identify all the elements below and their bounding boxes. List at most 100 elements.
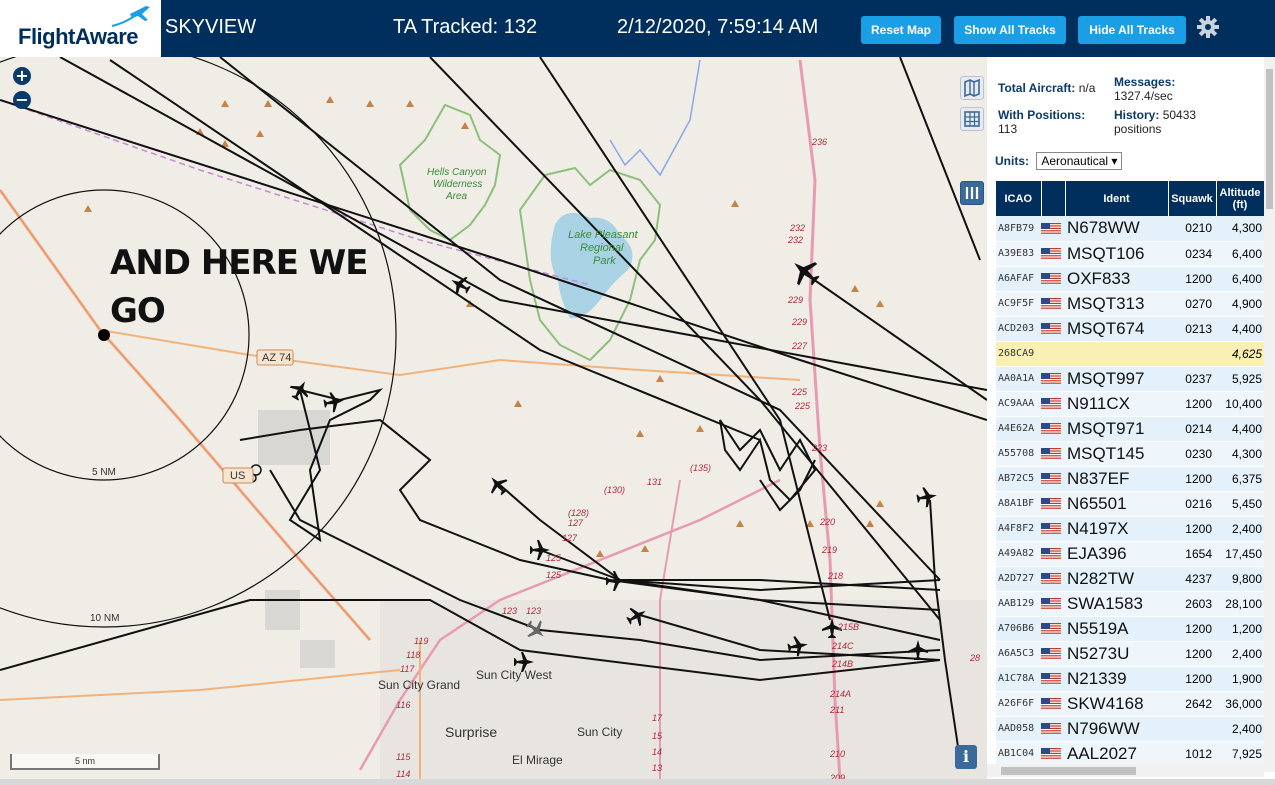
cell-ident: AAL2027 (1065, 741, 1168, 767)
cell-flag (1041, 541, 1065, 567)
table-row[interactable]: AB72C5 N837EF 1200 6,375 (996, 466, 1264, 492)
table-row[interactable]: A8A1BF N65501 0216 5,450 (996, 491, 1264, 517)
map-label-area: Area (446, 191, 468, 202)
cell-icao: AB1C04 (996, 741, 1041, 767)
cell-squawk: 1200 (1168, 616, 1216, 642)
grid-icon[interactable] (960, 107, 984, 131)
us-flag-icon (1041, 298, 1061, 310)
cell-ident: MSQT971 (1065, 416, 1168, 442)
table-row[interactable]: A4F8F2 N4197X 1200 2,400 (996, 516, 1264, 542)
cell-squawk: 1012 (1168, 741, 1216, 767)
us-flag-icon (1041, 373, 1061, 385)
cell-ident: OXF833 (1065, 266, 1168, 292)
table-row[interactable]: A26F6F SKW4168 2642 36,000 (996, 691, 1264, 717)
map-canvas[interactable]: AZ 74 US Hells Canyon Wilderness Area La… (0, 57, 987, 779)
col-header-altitude[interactable]: Altitude (ft) (1216, 181, 1265, 216)
horizontal-scrollbar[interactable] (987, 764, 1264, 777)
altitude-header-label: Altitude (1219, 186, 1261, 199)
altitude-header-unit: (ft) (1232, 198, 1248, 211)
cell-flag (1041, 316, 1065, 342)
table-row[interactable]: A39E83 MSQT106 0234 6,400 (996, 241, 1264, 267)
map-layers-icon[interactable] (960, 76, 984, 100)
column-toggle-icon[interactable] (960, 181, 984, 205)
road-number: 220 (820, 517, 836, 527)
us-flag-icon (1041, 623, 1061, 635)
table-row[interactable]: 268CA9 4,625 (996, 341, 1264, 367)
table-row[interactable]: A6AFAF OXF833 1200 6,400 (996, 266, 1264, 292)
map-label-park: Park (593, 255, 616, 267)
cell-flag (1041, 441, 1065, 467)
road-number: 127 (568, 518, 584, 528)
cell-icao: A39E83 (996, 241, 1041, 267)
table-row[interactable]: A49A82 EJA396 1654 17,450 (996, 541, 1264, 567)
road-number: 214C (832, 641, 854, 651)
col-header-flag[interactable] (1041, 181, 1066, 216)
cell-squawk: 0234 (1168, 241, 1216, 267)
road-number: 223 (812, 443, 828, 453)
highway-label-az74: AZ 74 (262, 352, 292, 364)
cell-altitude: 4,300 (1216, 441, 1264, 467)
zoom-out-icon[interactable]: − (13, 91, 31, 109)
road-number: 123 (526, 606, 542, 616)
vertical-scroll-thumb[interactable] (1266, 69, 1273, 209)
table-row[interactable]: A4E62A MSQT971 0214 4,400 (996, 416, 1264, 442)
cell-squawk: 1200 (1168, 466, 1216, 492)
table-row[interactable]: A55708 MSQT145 0230 4,300 (996, 441, 1264, 467)
cell-ident: EJA396 (1065, 541, 1168, 567)
cell-squawk: 1200 (1168, 516, 1216, 542)
cell-squawk: 1200 (1168, 641, 1216, 667)
gear-icon[interactable] (1196, 15, 1220, 39)
col-header-icao[interactable]: ICAO (996, 181, 1042, 216)
show-all-tracks-button[interactable]: Show All Tracks (954, 16, 1066, 44)
table-row[interactable]: AA0A1A MSQT997 0237 5,925 (996, 366, 1264, 392)
hide-all-tracks-button[interactable]: Hide All Tracks (1078, 16, 1186, 44)
table-row[interactable]: A706B6 N5519A 1200 1,200 (996, 616, 1264, 642)
units-select[interactable]: Aeronautical ▾ (1036, 152, 1123, 170)
vertical-scrollbar[interactable] (1264, 57, 1275, 772)
table-row[interactable]: A6A5C3 N5273U 1200 2,400 (996, 641, 1264, 667)
logo-text: FlightAware (18, 24, 139, 49)
logo[interactable]: FlightAware (0, 0, 161, 57)
table-row[interactable]: A8FB79 N678WW 0210 4,300 (996, 216, 1264, 242)
road-number: 114 (396, 769, 411, 779)
map-label-wilderness: Wilderness (433, 179, 483, 190)
cell-altitude: 7,925 (1216, 741, 1264, 767)
road-number: 227 (792, 341, 808, 351)
table-row[interactable]: A1C78A N21339 1200 1,900 (996, 666, 1264, 692)
units-row: Units: Aeronautical ▾ (995, 152, 1123, 170)
road-number: 211 (830, 705, 845, 715)
cell-altitude: 4,300 (1216, 216, 1264, 242)
cell-squawk: 1200 (1168, 391, 1216, 417)
cell-ident: MSQT313 (1065, 291, 1168, 317)
col-header-squawk[interactable]: Squawk (1168, 181, 1217, 216)
horizontal-scroll-thumb[interactable] (1001, 767, 1136, 775)
cell-ident: N5273U (1065, 641, 1168, 667)
cell-ident (1065, 341, 1168, 367)
cell-flag (1041, 516, 1065, 542)
cell-icao: A49A82 (996, 541, 1041, 567)
road-number: 125 (546, 553, 562, 563)
cell-altitude: 2,400 (1216, 641, 1264, 667)
cell-squawk: 0210 (1168, 216, 1216, 242)
table-row[interactable]: A2D727 N282TW 4237 9,800 (996, 566, 1264, 592)
map-label-regional: Regional (580, 242, 624, 254)
table-row[interactable]: AAD058 N796WW 2,400 (996, 716, 1264, 742)
cell-squawk: 2603 (1168, 591, 1216, 617)
road-number: 229 (792, 317, 808, 327)
cell-ident: SWA1583 (1065, 591, 1168, 617)
col-header-ident[interactable]: Ident (1065, 181, 1169, 216)
table-row[interactable]: AAB129 SWA1583 2603 28,100 (996, 591, 1264, 617)
table-row[interactable]: AC9F5F MSQT313 0270 4,900 (996, 291, 1264, 317)
table-row[interactable]: AC9AAA N911CX 1200 10,400 (996, 391, 1264, 417)
cell-squawk: 2642 (1168, 691, 1216, 717)
cell-ident: N21339 (1065, 666, 1168, 692)
info-icon[interactable]: i (955, 745, 977, 769)
road-number: 119 (414, 636, 429, 646)
us-flag-icon (1041, 273, 1061, 285)
reset-map-button[interactable]: Reset Map (861, 16, 941, 44)
zoom-in-icon[interactable]: + (13, 67, 31, 85)
cell-altitude: 17,450 (1216, 541, 1264, 567)
cell-ident: N837EF (1065, 466, 1168, 492)
table-row[interactable]: ACD203 MSQT674 0213 4,400 (996, 316, 1264, 342)
table-row[interactable]: AB1C04 AAL2027 1012 7,925 (996, 741, 1264, 767)
